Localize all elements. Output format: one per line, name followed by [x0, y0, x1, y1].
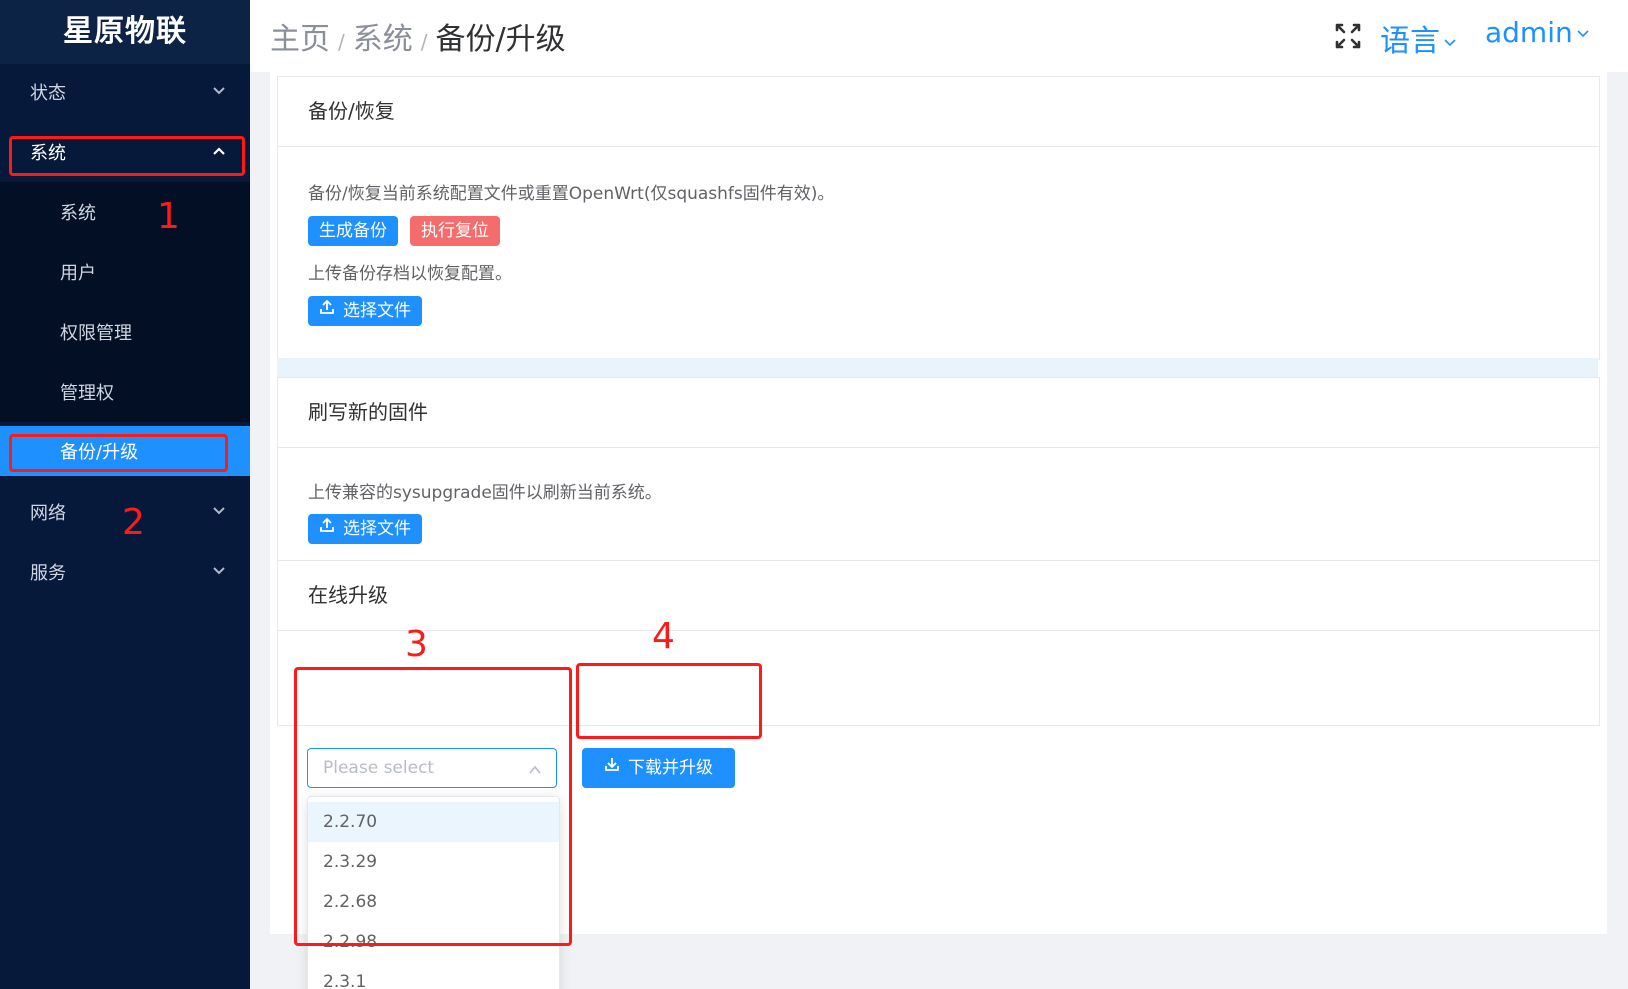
annotation-box-1 — [9, 136, 245, 176]
annotation-box-3 — [294, 667, 572, 946]
annotation-box-4 — [576, 663, 762, 739]
breadcrumb-separator: / — [338, 30, 345, 54]
perform-reset-button[interactable]: 执行复位 — [410, 216, 500, 246]
submenu-users[interactable]: 用户 — [0, 242, 250, 302]
menu-network-label: 网络 — [30, 503, 66, 524]
submenu-system[interactable]: 系统 — [0, 182, 250, 242]
backup-choose-file-label: 选择文件 — [343, 301, 411, 321]
menu-status[interactable]: 状态 — [0, 62, 250, 122]
flash-firmware-title: 刷写新的固件 — [278, 378, 1599, 448]
download-upgrade-label: 下载并升级 — [628, 758, 713, 778]
breadcrumb-home[interactable]: 主页 — [270, 22, 330, 57]
generate-backup-button[interactable]: 生成备份 — [308, 216, 398, 246]
flash-firmware-card: 刷写新的固件 上传兼容的sysupgrade固件以刷新当前系统。 选择文件 — [277, 377, 1600, 561]
menu-services[interactable]: 服务 — [0, 542, 250, 602]
upload-backup-description: 上传备份存档以恢复配置。 — [308, 264, 512, 284]
chevron-down-icon — [1444, 35, 1456, 51]
user-name: admin — [1485, 16, 1573, 49]
submenu-admin[interactable]: 管理权 — [0, 362, 250, 422]
backup-restore-description: 备份/恢复当前系统配置文件或重置OpenWrt(仅squashfs固件有效)。 — [308, 184, 835, 204]
menu-services-label: 服务 — [30, 563, 66, 584]
chevron-down-icon — [212, 84, 226, 100]
submenu-users-label: 用户 — [60, 263, 96, 284]
top-header: 主页 / 系统 / 备份/升级 语言 admin — [250, 0, 1628, 72]
backup-restore-card: 备份/恢复 备份/恢复当前系统配置文件或重置OpenWrt(仅squashfs固… — [277, 76, 1600, 360]
annotation-number-3: 3 — [405, 624, 428, 665]
user-dropdown[interactable]: admin — [1485, 16, 1589, 49]
fullscreen-icon[interactable] — [1334, 22, 1362, 50]
language-dropdown[interactable]: 语言 — [1380, 16, 1456, 60]
backup-choose-file-button[interactable]: 选择文件 — [308, 296, 422, 326]
submenu-system-label: 系统 — [60, 203, 96, 224]
breadcrumb: 主页 / 系统 / 备份/升级 — [270, 14, 566, 58]
submenu-permissions[interactable]: 权限管理 — [0, 302, 250, 362]
flash-firmware-description: 上传兼容的sysupgrade固件以刷新当前系统。 — [308, 483, 662, 503]
chevron-down-icon — [212, 564, 226, 580]
annotation-box-backup — [9, 434, 228, 472]
breadcrumb-system[interactable]: 系统 — [353, 22, 413, 57]
language-label: 语言 — [1380, 24, 1440, 59]
chevron-down-icon — [1577, 26, 1589, 42]
annotation-number-2: 2 — [122, 502, 145, 543]
download-upgrade-button[interactable]: 下载并升级 — [582, 748, 735, 788]
firmware-choose-file-label: 选择文件 — [343, 519, 411, 539]
annotation-number-4: 4 — [652, 616, 675, 657]
menu-status-label: 状态 — [30, 83, 66, 104]
chevron-down-icon — [212, 504, 226, 520]
online-upgrade-title: 在线升级 — [278, 561, 1599, 631]
firmware-choose-file-button[interactable]: 选择文件 — [308, 514, 422, 544]
download-icon — [604, 747, 620, 787]
submenu-admin-label: 管理权 — [60, 383, 114, 404]
backup-restore-title: 备份/恢复 — [278, 77, 1599, 147]
version-option[interactable]: 2.3.1 — [308, 962, 559, 989]
submenu-permissions-label: 权限管理 — [60, 323, 132, 344]
app-logo: 星原物联 — [0, 0, 250, 64]
section-divider — [277, 358, 1598, 377]
annotation-number-1: 1 — [157, 196, 180, 237]
upload-icon — [319, 295, 335, 325]
breadcrumb-current: 备份/升级 — [435, 22, 566, 57]
upload-icon — [319, 513, 335, 543]
breadcrumb-separator: / — [420, 30, 428, 54]
